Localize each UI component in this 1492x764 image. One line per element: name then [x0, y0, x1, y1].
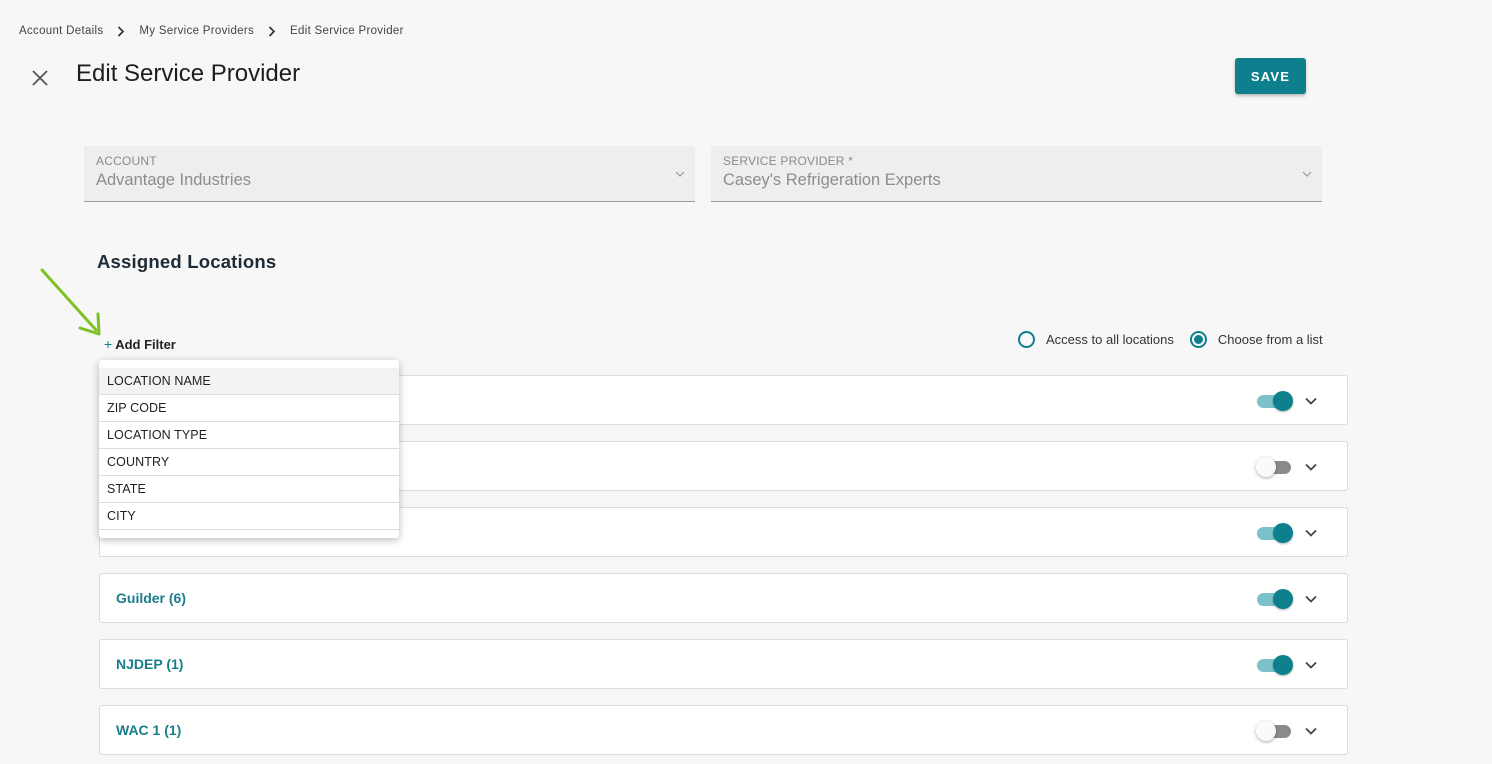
arrow-annotation-icon	[40, 268, 101, 336]
add-filter-button[interactable]: + Add Filter	[104, 336, 176, 352]
location-group-name[interactable]: WAC 1 (1)	[116, 722, 181, 738]
filter-dropdown-menu: LOCATION NAME ZIP CODE LOCATION TYPE COU…	[99, 360, 399, 538]
radio-label: Choose from a list	[1217, 332, 1323, 347]
access-radio-group: Access to all locations Choose from a li…	[1018, 331, 1323, 348]
location-group-card: Guilder (6)	[99, 573, 1348, 623]
breadcrumb-account-details[interactable]: Account Details	[19, 25, 103, 37]
radio-access-all-locations[interactable]: Access to all locations	[1018, 331, 1174, 348]
service-provider-label: SERVICE PROVIDER *	[723, 154, 854, 168]
location-toggle[interactable]	[1256, 391, 1294, 411]
radio-choose-from-list[interactable]: Choose from a list	[1189, 331, 1323, 348]
chevron-down-icon[interactable]	[1304, 724, 1318, 738]
filter-option-zip-code[interactable]: ZIP CODE	[99, 395, 399, 422]
chevron-down-icon[interactable]	[1304, 460, 1318, 474]
location-toggle[interactable]	[1256, 523, 1294, 543]
location-toggle[interactable]	[1256, 589, 1294, 609]
chevron-right-icon	[254, 25, 290, 37]
breadcrumb-edit-service-provider: Edit Service Provider	[290, 25, 404, 37]
filter-option-city[interactable]: CITY	[99, 503, 399, 530]
chevron-down-icon	[1302, 171, 1312, 177]
account-label: ACCOUNT	[96, 154, 157, 168]
location-toggle[interactable]	[1256, 721, 1294, 741]
save-button[interactable]: SAVE	[1235, 58, 1306, 94]
breadcrumb-my-service-providers[interactable]: My Service Providers	[139, 25, 254, 37]
chevron-down-icon	[675, 171, 685, 177]
chevron-down-icon[interactable]	[1304, 394, 1318, 408]
add-filter-label: Add Filter	[115, 336, 176, 352]
location-group-name[interactable]: NJDEP (1)	[116, 656, 183, 672]
close-icon[interactable]	[30, 68, 50, 88]
chevron-down-icon[interactable]	[1304, 526, 1318, 540]
chevron-down-icon[interactable]	[1304, 658, 1318, 672]
location-group-card: WAC 1 (1)	[99, 705, 1348, 755]
chevron-down-icon[interactable]	[1304, 592, 1318, 606]
assigned-locations-heading: Assigned Locations	[97, 251, 277, 272]
service-provider-value: Casey's Refrigeration Experts	[723, 171, 941, 189]
chevron-right-icon	[103, 25, 139, 37]
radio-circle	[1018, 331, 1035, 348]
account-value: Advantage Industries	[96, 171, 252, 189]
filter-option-location-type[interactable]: LOCATION TYPE	[99, 422, 399, 449]
plus-icon: +	[104, 336, 113, 352]
filter-option-location-name[interactable]: LOCATION NAME	[99, 368, 399, 395]
radio-circle-selected	[1189, 331, 1207, 348]
filter-option-country[interactable]: COUNTRY	[99, 449, 399, 476]
location-toggle[interactable]	[1256, 655, 1294, 675]
breadcrumb: Account Details My Service Providers Edi…	[19, 23, 404, 39]
location-group-name[interactable]: Guilder (6)	[116, 590, 186, 606]
account-select[interactable]: ACCOUNT Advantage Industries	[84, 146, 695, 202]
page-title: Edit Service Provider	[76, 60, 301, 87]
service-provider-select[interactable]: SERVICE PROVIDER * Casey's Refrigeration…	[711, 146, 1322, 202]
location-toggle[interactable]	[1256, 457, 1294, 477]
filter-option-state[interactable]: STATE	[99, 476, 399, 503]
location-group-card: NJDEP (1)	[99, 639, 1348, 689]
radio-label: Access to all locations	[1046, 332, 1174, 347]
